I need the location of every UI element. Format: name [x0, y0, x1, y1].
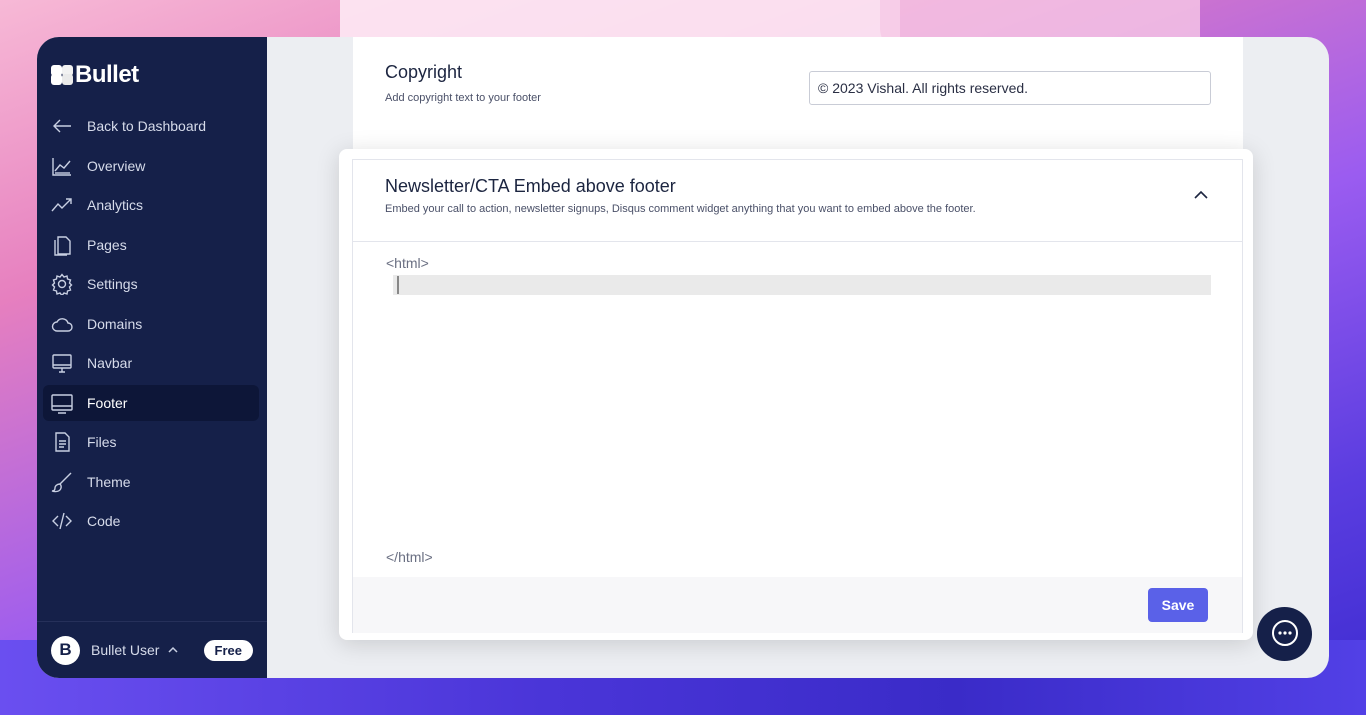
- sidebar-item-overview[interactable]: Overview: [43, 148, 259, 184]
- brush-icon: [51, 471, 73, 493]
- document-icon: [51, 431, 73, 453]
- chart-area-icon: [51, 155, 73, 177]
- sidebar-item-navbar[interactable]: Navbar: [43, 345, 259, 381]
- sidebar-item-code[interactable]: Code: [43, 503, 259, 539]
- sidebar-item-label: Footer: [87, 394, 128, 411]
- chevron-up-icon[interactable]: [1193, 187, 1209, 203]
- copyright-input[interactable]: [809, 71, 1211, 105]
- sidebar-item-label: Navbar: [87, 355, 133, 371]
- code-icon: [51, 510, 73, 532]
- sidebar-item-footer[interactable]: Footer: [43, 384, 259, 421]
- sidebar-item-label: Pages: [87, 236, 127, 253]
- sidebar-item-files[interactable]: Files: [43, 424, 259, 460]
- sidebar-nav: Back to Dashboard Overview Analytics Pag…: [43, 108, 259, 543]
- modal-subtitle: Embed your call to action, newsletter si…: [385, 203, 976, 215]
- bullet-logo-icon: [51, 65, 73, 85]
- modal-title: Newsletter/CTA Embed above footer: [385, 176, 676, 196]
- sidebar-item-analytics[interactable]: Analytics: [43, 187, 259, 223]
- text-caret: [397, 276, 399, 294]
- monitor-icon: [51, 352, 73, 374]
- embed-panel: Newsletter/CTA Embed above footer Embed …: [352, 159, 1243, 633]
- sidebar-item-label: Theme: [87, 473, 131, 490]
- sidebar-item-label: Files: [87, 434, 117, 450]
- sidebar-item-settings[interactable]: Settings: [43, 266, 259, 302]
- user-name: Bullet User: [91, 642, 160, 658]
- code-editor[interactable]: <html> </html>: [353, 243, 1242, 577]
- sidebar-item-label: Settings: [87, 276, 138, 292]
- monitor-footer-icon: [51, 392, 73, 414]
- chat-launcher-button[interactable]: [1257, 607, 1312, 661]
- brand-name: Bullet: [75, 61, 139, 88]
- avatar: B: [51, 635, 80, 665]
- plan-badge: Free: [203, 639, 253, 661]
- sidebar-item-label: Overview: [87, 157, 146, 174]
- code-input-line[interactable]: [393, 275, 1211, 295]
- cloud-icon: [51, 313, 73, 335]
- sidebar-item-label: Back to Dashboard: [87, 118, 207, 134]
- sidebar-item-label: Code: [87, 513, 121, 529]
- code-open-tag: <html>: [386, 255, 429, 271]
- file-icon: [51, 234, 73, 256]
- modal-header: Newsletter/CTA Embed above footer Embed …: [353, 160, 1242, 242]
- sidebar-item-back-to-dashboard[interactable]: Back to Dashboard: [43, 108, 259, 144]
- save-button[interactable]: Save: [1148, 588, 1208, 622]
- sidebar-item-pages[interactable]: Pages: [43, 227, 259, 263]
- card-subtitle: Add copyright text to your footer: [385, 92, 541, 104]
- sidebar: Bullet Back to Dashboard Overview Analyt…: [37, 37, 267, 678]
- brand-logo[interactable]: Bullet: [51, 61, 139, 89]
- sidebar-item-label: Analytics: [87, 197, 144, 213]
- sidebar-item-label: Domains: [87, 315, 143, 332]
- card-title: Copyright: [385, 62, 463, 82]
- trend-line-icon: [51, 194, 73, 216]
- embed-modal: Newsletter/CTA Embed above footer Embed …: [339, 149, 1253, 640]
- chat-bubble-icon: [1271, 620, 1298, 646]
- sidebar-item-theme[interactable]: Theme: [43, 464, 259, 500]
- user-menu[interactable]: B Bullet User Free: [37, 621, 267, 678]
- code-close-tag: </html>: [386, 549, 433, 565]
- arrow-left-icon: [51, 115, 73, 137]
- chevron-up-icon: [168, 646, 178, 653]
- modal-footer: Save: [353, 577, 1242, 633]
- sidebar-item-domains[interactable]: Domains: [43, 306, 259, 342]
- gear-icon: [51, 273, 73, 297]
